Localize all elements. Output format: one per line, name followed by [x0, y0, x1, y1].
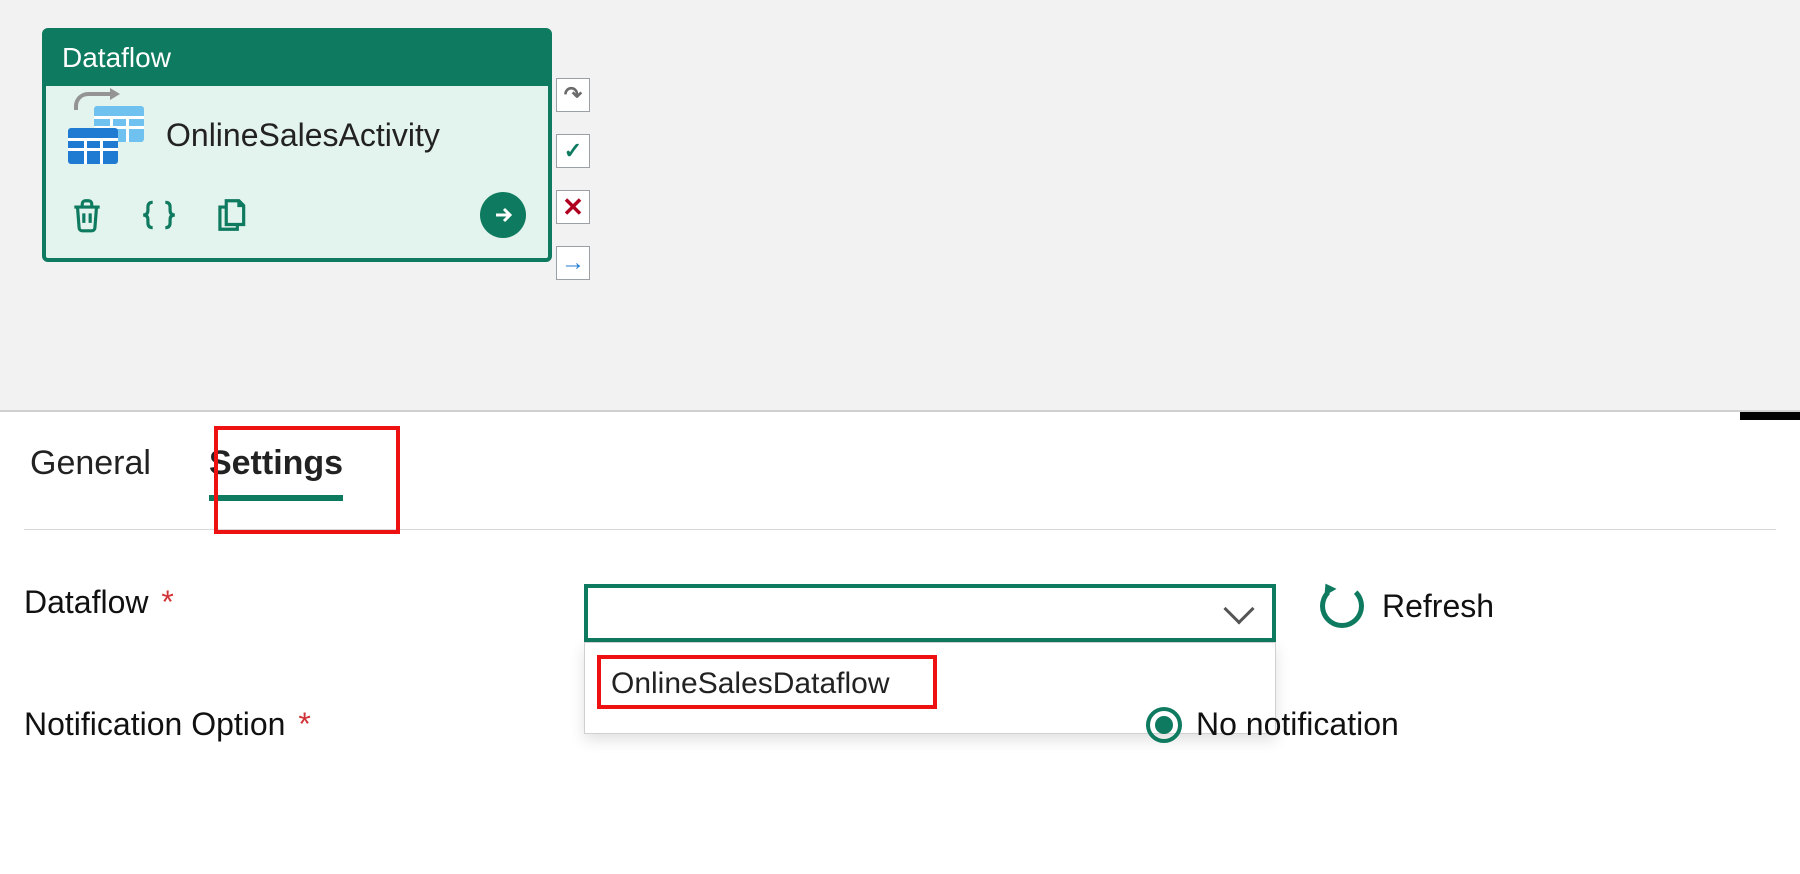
refresh-icon	[1320, 584, 1364, 628]
properties-panel: General Settings Dataflow * OnlineSalesD…	[0, 412, 1800, 743]
copy-icon[interactable]	[212, 195, 250, 235]
tab-settings[interactable]: Settings	[203, 438, 349, 521]
label-notification: Notification Option *	[24, 706, 584, 743]
required-mark: *	[161, 584, 173, 620]
radio-no-notification-label: No notification	[1196, 706, 1399, 743]
required-mark: *	[298, 706, 310, 742]
tab-bar: General Settings	[24, 438, 1776, 530]
radio-no-notification[interactable]	[1146, 707, 1182, 743]
tab-general[interactable]: General	[24, 438, 157, 521]
row-dataflow: Dataflow * OnlineSalesDataflow Refresh	[24, 584, 1776, 642]
activity-card-dataflow[interactable]: Dataflow OnlineSalesActivity	[42, 28, 552, 262]
redo-handle-icon[interactable]: ↷	[556, 78, 590, 112]
refresh-label: Refresh	[1382, 588, 1494, 625]
dataflow-select[interactable]	[584, 584, 1276, 642]
pipeline-canvas[interactable]: Dataflow OnlineSalesActivity	[0, 0, 1800, 412]
label-dataflow: Dataflow *	[24, 584, 584, 621]
code-braces-icon[interactable]	[140, 195, 178, 235]
activity-type-label: Dataflow	[46, 32, 548, 86]
label-notification-text: Notification Option	[24, 706, 285, 742]
refresh-button[interactable]: Refresh	[1320, 584, 1494, 628]
row-notification: Notification Option * No notification	[24, 706, 1776, 743]
fail-handle-icon[interactable]: ✕	[556, 190, 590, 224]
dataflow-icon	[68, 106, 144, 164]
activity-side-handles: ↷ ✓ ✕ →	[556, 78, 590, 280]
activity-name: OnlineSalesActivity	[166, 117, 440, 154]
dataflow-option-0[interactable]: OnlineSalesDataflow	[601, 661, 1259, 707]
success-handle-icon[interactable]: ✓	[556, 134, 590, 168]
delete-icon[interactable]	[68, 195, 106, 235]
label-dataflow-text: Dataflow	[24, 584, 149, 620]
chevron-down-icon	[1223, 593, 1254, 624]
completion-handle-icon[interactable]: →	[556, 246, 590, 280]
run-arrow-button[interactable]	[480, 192, 526, 238]
